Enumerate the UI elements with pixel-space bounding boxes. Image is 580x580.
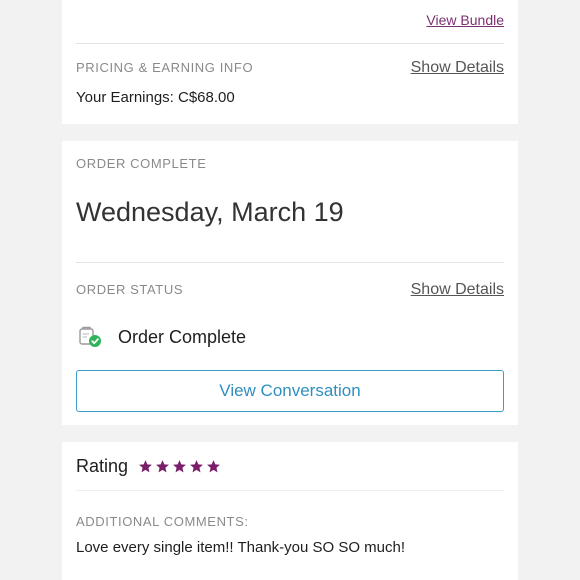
order-status-show-details-link[interactable]: Show Details: [411, 281, 504, 299]
additional-comments-title: ADDITIONAL COMMENTS:: [76, 514, 249, 529]
rating-row: Rating: [76, 456, 223, 477]
star-icon: [139, 460, 152, 473]
star-icon: [207, 460, 220, 473]
divider: [76, 490, 504, 491]
divider: [76, 43, 504, 44]
order-details-column: View Bundle PRICING & EARNING INFO Show …: [62, 0, 518, 580]
star-icon: [173, 460, 186, 473]
rating-label: Rating: [76, 456, 129, 476]
star-icon: [190, 460, 203, 473]
star-icon: [156, 460, 169, 473]
order-complete-section-title: ORDER COMPLETE: [76, 156, 207, 171]
rating-card: Rating ADDITIONAL COMMENTS: Love every s…: [62, 442, 518, 580]
order-status-section-title: ORDER STATUS: [76, 282, 184, 297]
pricing-card: View Bundle PRICING & EARNING INFO Show …: [62, 0, 518, 124]
view-bundle-link[interactable]: View Bundle: [426, 12, 504, 28]
order-status-text: Order Complete: [118, 326, 247, 347]
pricing-show-details-link[interactable]: Show Details: [411, 59, 504, 77]
view-conversation-button[interactable]: View Conversation: [76, 370, 504, 412]
order-status-row: Order Complete: [78, 325, 246, 349]
your-earnings-text: Your Earnings: C$68.00: [76, 89, 235, 106]
order-status-card: ORDER COMPLETE Wednesday, March 19 ORDER…: [62, 141, 518, 425]
order-date: Wednesday, March 19: [76, 197, 344, 227]
divider: [76, 262, 504, 263]
order-complete-check-icon: [78, 326, 102, 348]
rating-stars: [138, 459, 223, 474]
additional-comments-text: Love every single item!! Thank-you SO SO…: [76, 539, 406, 556]
pricing-section-title: PRICING & EARNING INFO: [76, 60, 254, 75]
